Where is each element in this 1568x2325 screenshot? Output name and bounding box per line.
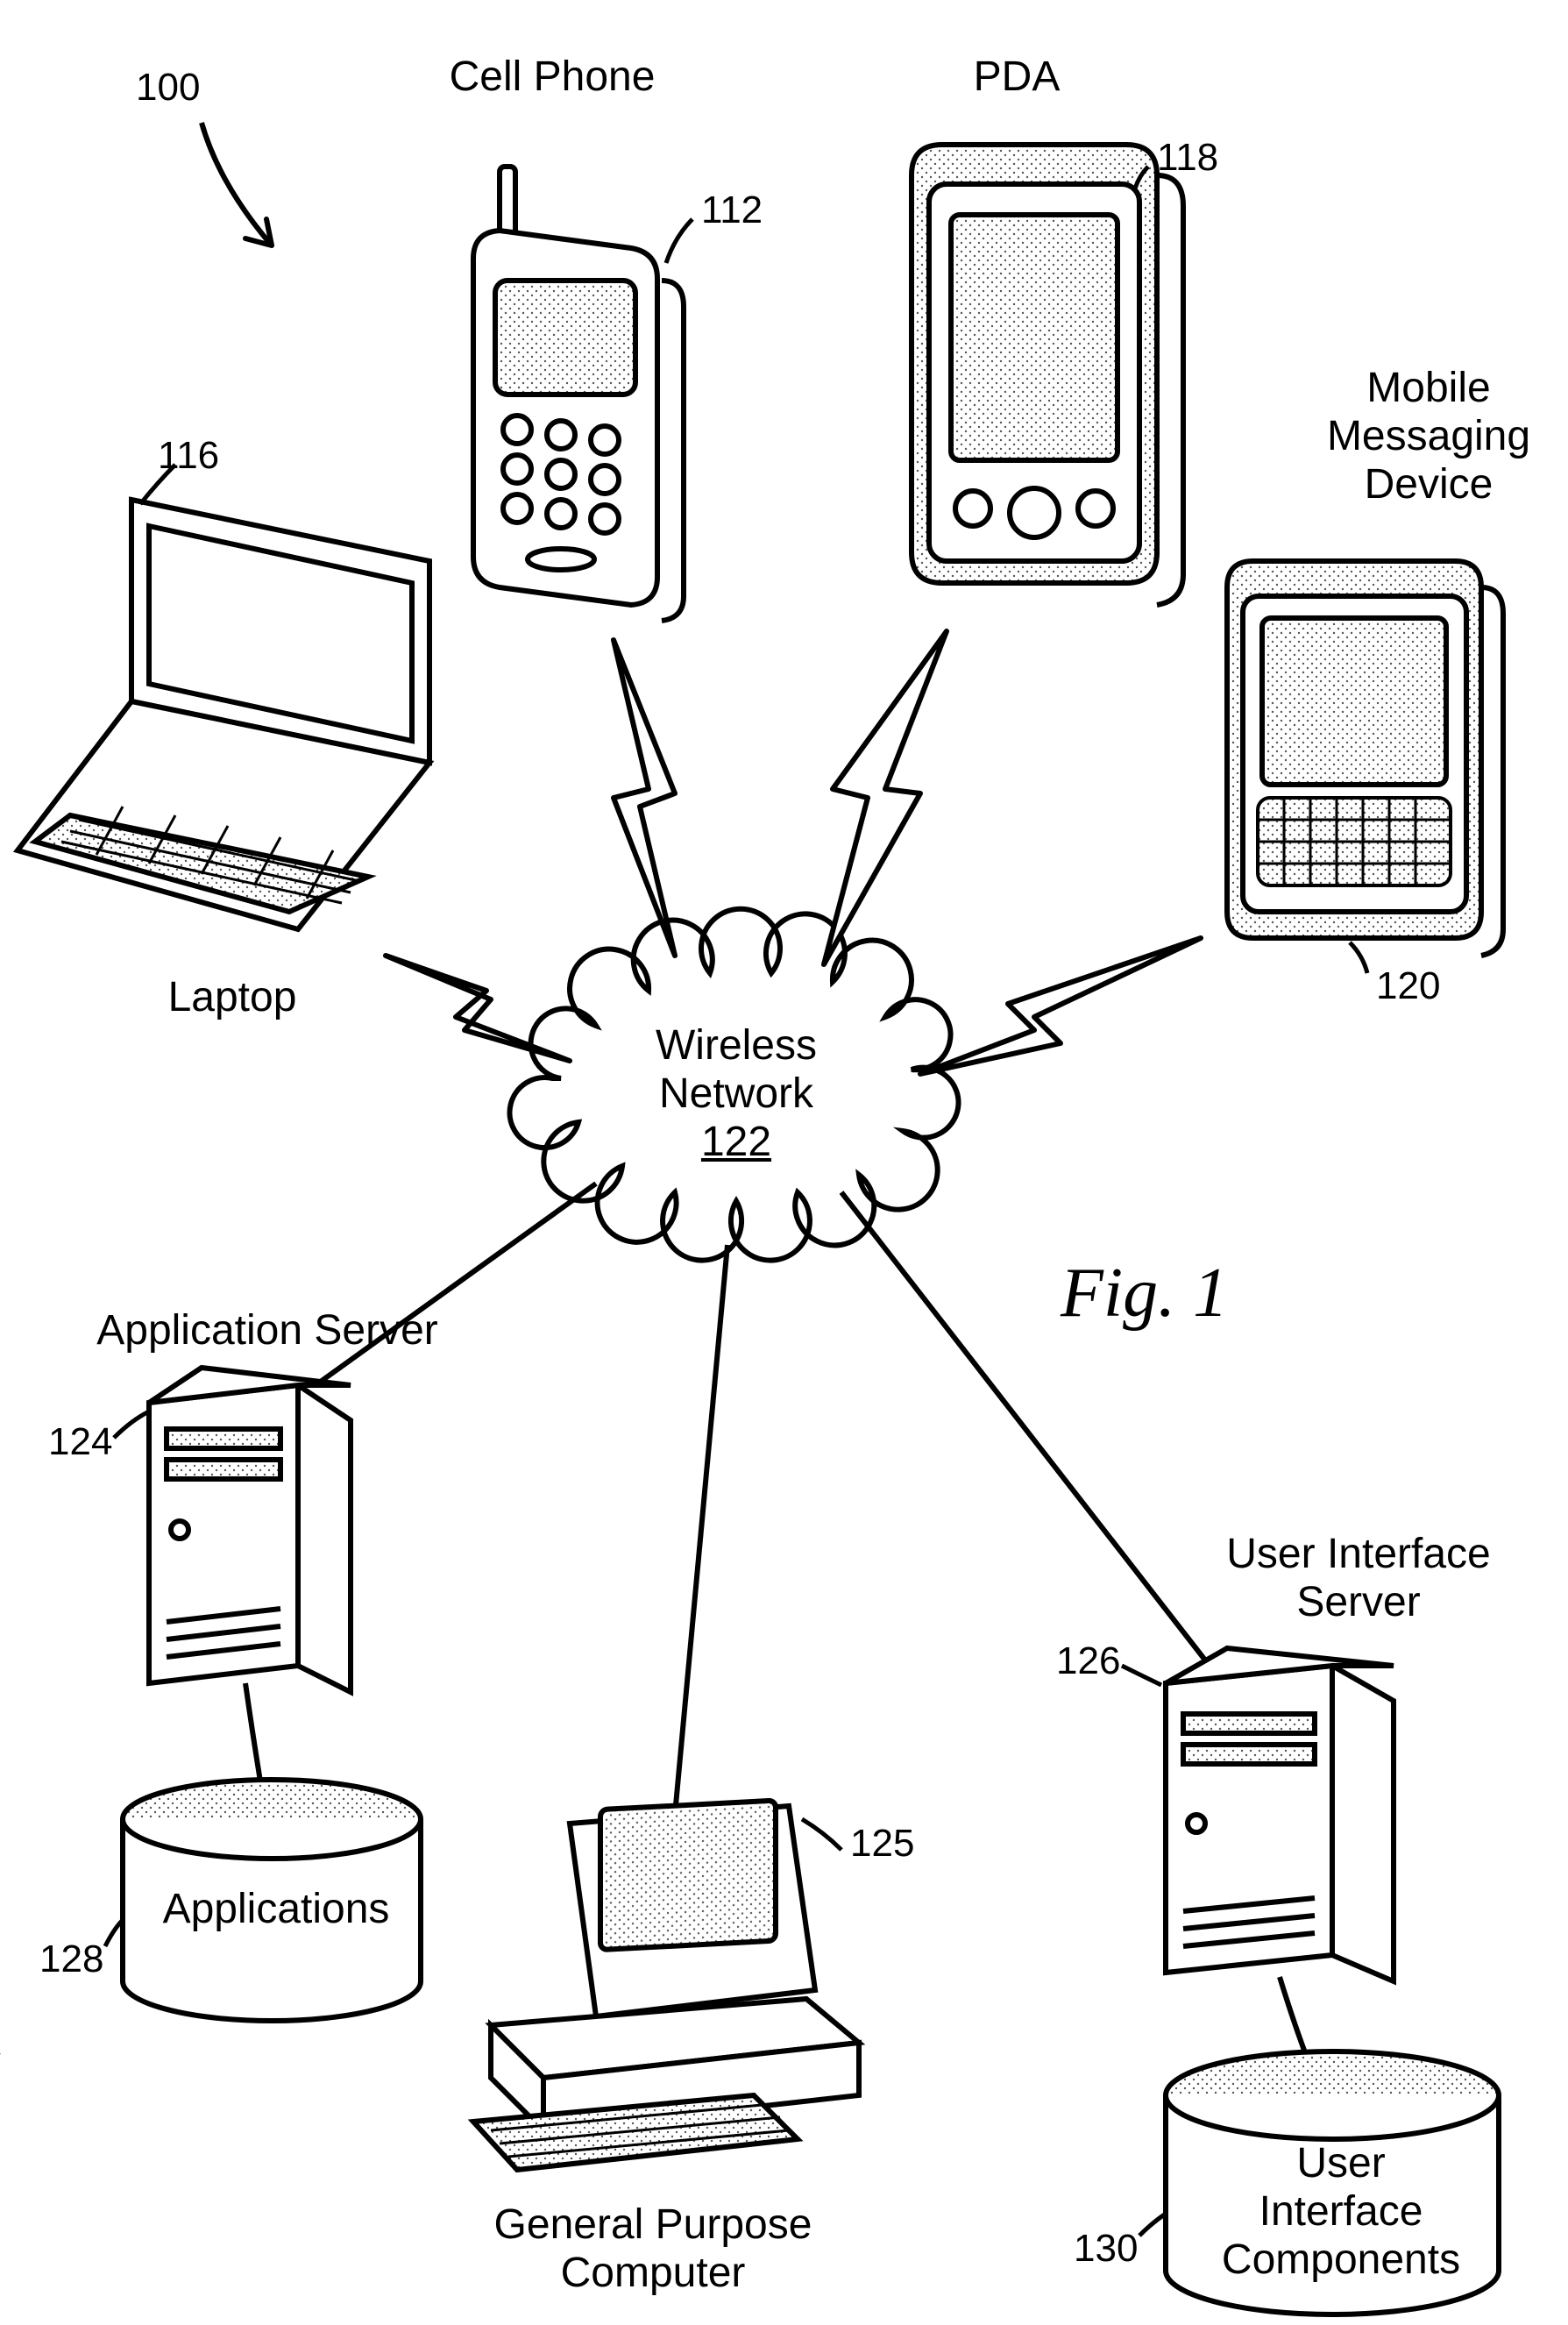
cloud-label-line2: Network	[614, 1070, 859, 1118]
gpc-ref: 125	[850, 1822, 914, 1866]
appserver-label: Application Server	[70, 1306, 465, 1354]
uiserver-label: User Interface Server	[1192, 1530, 1525, 1626]
cellphone-icon	[473, 167, 684, 621]
appserver-icon	[149, 1368, 351, 1692]
cloud-ref: 122	[614, 1118, 859, 1166]
cellphone-label: Cell Phone	[421, 53, 684, 101]
uiserver-ref: 126	[1056, 1639, 1120, 1683]
gpc-label: General Purpose Computer	[465, 2201, 841, 2297]
figure-ref-arrow	[202, 123, 272, 245]
cellphone-ref: 112	[701, 188, 763, 232]
pda-label: PDA	[929, 53, 1104, 101]
figure-label: Fig. 1	[1061, 1254, 1228, 1333]
appserver-ref: 124	[48, 1420, 112, 1464]
appdb-label: Applications	[153, 1885, 399, 1933]
laptop-icon	[18, 500, 429, 929]
pda-icon	[912, 145, 1183, 605]
mmd-icon	[1227, 561, 1503, 956]
laptop-label: Laptop	[123, 973, 342, 1021]
uiserver-icon	[1166, 1648, 1394, 1981]
pda-ref: 118	[1157, 136, 1218, 180]
uidb-ref: 130	[1074, 2227, 1138, 2271]
cloud-label-line1: Wireless	[614, 1021, 859, 1070]
uidb-label: User Interface Components	[1210, 2139, 1472, 2285]
mmd-ref: 120	[1376, 964, 1440, 1008]
mmd-label: Mobile Messaging Device	[1297, 364, 1560, 509]
laptop-ref: 116	[158, 434, 219, 478]
cloud-label: Wireless Network 122	[614, 1021, 859, 1166]
appdb-ref: 128	[39, 1938, 103, 1981]
figure-ref: 100	[136, 66, 200, 110]
